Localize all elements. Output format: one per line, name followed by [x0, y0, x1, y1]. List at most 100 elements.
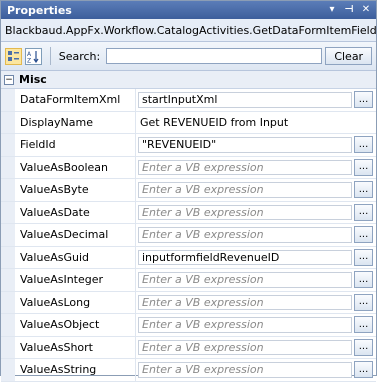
property-row[interactable]: ValueAsBoolean Enter a VB expression...	[1, 156, 376, 179]
title-controls: ▾ ⊣ ✕	[326, 3, 372, 17]
row-gutter	[1, 336, 15, 358]
row-gutter	[1, 134, 15, 156]
property-name[interactable]: ValueAsDecimal	[15, 224, 136, 246]
property-row[interactable]: ValueAsDate Enter a VB expression...	[1, 201, 376, 224]
dropdown-icon[interactable]: ▾	[326, 3, 338, 17]
row-gutter	[1, 201, 15, 223]
property-value[interactable]: Get REVENUEID from Input	[140, 116, 288, 129]
expression-placeholder: Enter a VB expression	[142, 318, 264, 332]
expression-placeholder: Enter a VB expression	[142, 340, 264, 354]
alphabetical-button[interactable]: A Z	[24, 47, 42, 65]
search-input[interactable]	[106, 48, 323, 64]
properties-panel: Properties ▾ ⊣ ✕ Blackbaud.AppFx.Workflo…	[0, 0, 377, 382]
alphabetical-icon: A Z	[27, 50, 39, 63]
category-misc[interactable]: − Misc	[1, 71, 376, 89]
toolbar: A Z Search: Clear	[1, 42, 376, 71]
property-row[interactable]: ValueAsObject Enter a VB expression...	[1, 314, 376, 337]
ellipsis-button[interactable]: ...	[354, 293, 373, 311]
property-value-cell: Enter a VB expression...	[136, 359, 376, 381]
expression-field[interactable]: Enter a VB expression	[138, 204, 352, 220]
title-bar: Properties ▾ ⊣ ✕	[1, 1, 376, 19]
row-gutter	[1, 156, 15, 178]
property-row[interactable]: DisplayName Get REVENUEID from Input	[1, 111, 376, 134]
property-name[interactable]: ValueAsShort	[15, 336, 136, 358]
ellipsis-button[interactable]: ...	[354, 338, 373, 356]
property-row[interactable]: ValueAsDecimal Enter a VB expression...	[1, 224, 376, 247]
property-name[interactable]: DisplayName	[15, 111, 136, 133]
property-name[interactable]: ValueAsByte	[15, 179, 136, 201]
property-name[interactable]: ValueAsLong	[15, 291, 136, 313]
collapse-icon[interactable]: −	[4, 74, 14, 85]
toolbar-separator	[49, 47, 51, 65]
property-value-cell: inputformfieldRevenueID...	[136, 247, 376, 269]
expression-field[interactable]: Enter a VB expression	[138, 317, 352, 333]
property-row[interactable]: ValueAsGuid inputformfieldRevenueID...	[1, 246, 376, 269]
ellipsis-button[interactable]: ...	[354, 316, 373, 333]
property-value-cell: Enter a VB expression...	[136, 337, 376, 359]
property-row[interactable]: ValueAsByte Enter a VB expression...	[1, 179, 376, 202]
clear-button[interactable]: Clear	[325, 47, 373, 65]
categorized-button[interactable]	[5, 47, 22, 65]
property-name[interactable]: ValueAsBoolean	[15, 156, 136, 178]
ellipsis-button[interactable]: ...	[354, 181, 373, 198]
expression-field[interactable]: startInputXml	[138, 92, 352, 108]
expression-placeholder: Enter a VB expression	[142, 273, 264, 287]
pin-icon[interactable]: ⊣	[343, 3, 355, 17]
property-row[interactable]: FieldId "REVENUEID"...	[1, 134, 376, 157]
svg-text:Z: Z	[27, 57, 31, 63]
expression-placeholder: Enter a VB expression	[142, 363, 264, 377]
ellipsis-button[interactable]: ...	[354, 271, 373, 288]
property-row[interactable]: ValueAsInteger Enter a VB expression...	[1, 269, 376, 292]
property-row[interactable]: ValueAsString Enter a VB expression...	[1, 359, 376, 382]
ellipsis-button[interactable]: ...	[354, 136, 373, 153]
expression-field[interactable]: Enter a VB expression	[138, 294, 352, 310]
search-label: Search:	[58, 49, 101, 63]
object-header: Blackbaud.AppFx.Workflow.CatalogActiviti…	[1, 19, 376, 42]
property-value-cell: Get REVENUEID from Input	[136, 112, 376, 134]
row-gutter	[1, 291, 15, 313]
ellipsis-button[interactable]: ...	[354, 91, 373, 108]
expression-field[interactable]: Enter a VB expression	[138, 159, 352, 175]
expression-field[interactable]: Enter a VB expression	[138, 272, 352, 288]
window-title: Properties	[7, 3, 72, 17]
property-name[interactable]: ValueAsInteger	[15, 269, 136, 291]
property-row[interactable]: ValueAsLong Enter a VB expression...	[1, 291, 376, 314]
expression-placeholder: Enter a VB expression	[142, 160, 264, 174]
expression-placeholder: Enter a VB expression	[142, 205, 264, 219]
property-value-cell: Enter a VB expression...	[136, 224, 376, 246]
row-gutter	[1, 359, 15, 381]
expression-field[interactable]: inputformfieldRevenueID	[138, 249, 352, 265]
property-value-cell: Enter a VB expression...	[136, 292, 376, 314]
expression-placeholder: Enter a VB expression	[142, 183, 264, 197]
property-name[interactable]: ValueAsString	[15, 359, 136, 381]
expression-field[interactable]: Enter a VB expression	[138, 182, 352, 198]
ellipsis-button[interactable]: ...	[354, 361, 373, 378]
ellipsis-button[interactable]: ...	[354, 248, 373, 266]
property-value-cell: Enter a VB expression...	[136, 179, 376, 201]
expression-value: "REVENUEID"	[142, 138, 217, 152]
property-name[interactable]: FieldId	[15, 134, 136, 156]
row-gutter	[1, 246, 15, 268]
expression-field[interactable]: "REVENUEID"	[138, 137, 352, 153]
expression-value: startInputXml	[142, 93, 218, 107]
expression-placeholder: Enter a VB expression	[142, 295, 264, 309]
close-icon[interactable]: ✕	[360, 3, 372, 17]
ellipsis-button[interactable]: ...	[354, 203, 373, 221]
property-grid: DataFormItemXml startInputXml... DisplayNa…	[1, 89, 376, 382]
ellipsis-button[interactable]: ...	[354, 158, 373, 176]
property-row[interactable]: DataFormItemXml startInputXml...	[1, 89, 376, 112]
expression-field[interactable]: Enter a VB expression	[138, 227, 352, 243]
property-name[interactable]: ValueAsGuid	[15, 246, 136, 268]
ellipsis-button[interactable]: ...	[354, 226, 373, 243]
property-name[interactable]: ValueAsObject	[15, 314, 136, 336]
expression-value: inputformfieldRevenueID	[142, 250, 280, 264]
expression-field[interactable]: Enter a VB expression	[138, 339, 352, 355]
property-name[interactable]: ValueAsDate	[15, 201, 136, 223]
property-name[interactable]: DataFormItemXml	[15, 89, 136, 111]
expression-field[interactable]: Enter a VB expression	[138, 362, 352, 378]
property-value-cell: Enter a VB expression...	[136, 314, 376, 336]
row-gutter	[1, 111, 15, 133]
property-row[interactable]: ValueAsShort Enter a VB expression...	[1, 336, 376, 359]
row-gutter	[1, 269, 15, 291]
property-value-cell: startInputXml...	[136, 89, 376, 111]
